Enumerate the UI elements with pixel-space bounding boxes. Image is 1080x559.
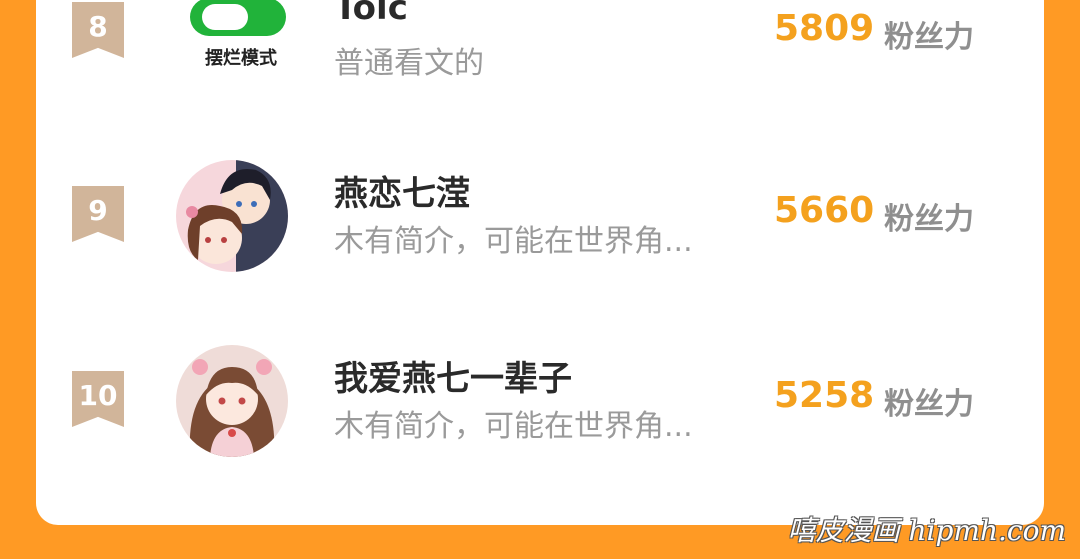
- anime-girl-avatar-icon: [176, 345, 288, 457]
- rank-badge-icon: 9: [72, 186, 124, 242]
- rank-badge-icon: 8: [72, 2, 124, 58]
- avatar[interactable]: [176, 345, 288, 457]
- fan-score: 5809: [774, 8, 875, 49]
- fan-score: 5660: [774, 190, 875, 231]
- toggle-switch-icon: [190, 0, 286, 36]
- ranking-row-8[interactable]: 8 摆烂模式 Tolc 普通看文的 5809 粉丝力: [36, 0, 1044, 110]
- fan-ranking-screen: 8 摆烂模式 Tolc 普通看文的 5809 粉丝力 9 燕恋七滢 木有简介，可…: [0, 0, 1080, 559]
- fan-score: 5258: [774, 375, 875, 416]
- ranking-row-10[interactable]: 10 我爱燕七一辈子 木有简介，可能在世界角... 5258 粉丝力: [36, 335, 1044, 475]
- rank-number: 10: [78, 378, 118, 412]
- user-description: 普通看文的: [334, 46, 484, 81]
- site-watermark: 嘻皮漫画 hipmh.com: [787, 514, 1066, 547]
- user-name[interactable]: Tolc: [334, 0, 408, 28]
- rank-badge-icon: 10: [72, 371, 124, 427]
- user-name[interactable]: 我爱燕七一辈子: [334, 351, 572, 400]
- user-name[interactable]: 燕恋七滢: [334, 166, 470, 215]
- slacking-mode-badge: 摆烂模式: [186, 0, 296, 88]
- toggle-knob: [202, 4, 248, 30]
- user-description: 木有简介，可能在世界角...: [334, 409, 693, 444]
- rank-number: 9: [88, 193, 108, 227]
- anime-couple-avatar-icon: [176, 160, 288, 272]
- ranking-card: 8 摆烂模式 Tolc 普通看文的 5809 粉丝力 9 燕恋七滢 木有简介，可…: [36, 0, 1044, 525]
- fan-score-unit: 粉丝力: [884, 387, 974, 422]
- ranking-row-9[interactable]: 9 燕恋七滢 木有简介，可能在世界角... 5660 粉丝力: [36, 150, 1044, 290]
- toggle-label: 摆烂模式: [205, 48, 277, 69]
- fan-score-unit: 粉丝力: [884, 20, 974, 55]
- fan-score-unit: 粉丝力: [884, 202, 974, 237]
- avatar[interactable]: [176, 160, 288, 272]
- user-description: 木有简介，可能在世界角...: [334, 224, 693, 259]
- rank-number: 8: [88, 9, 108, 43]
